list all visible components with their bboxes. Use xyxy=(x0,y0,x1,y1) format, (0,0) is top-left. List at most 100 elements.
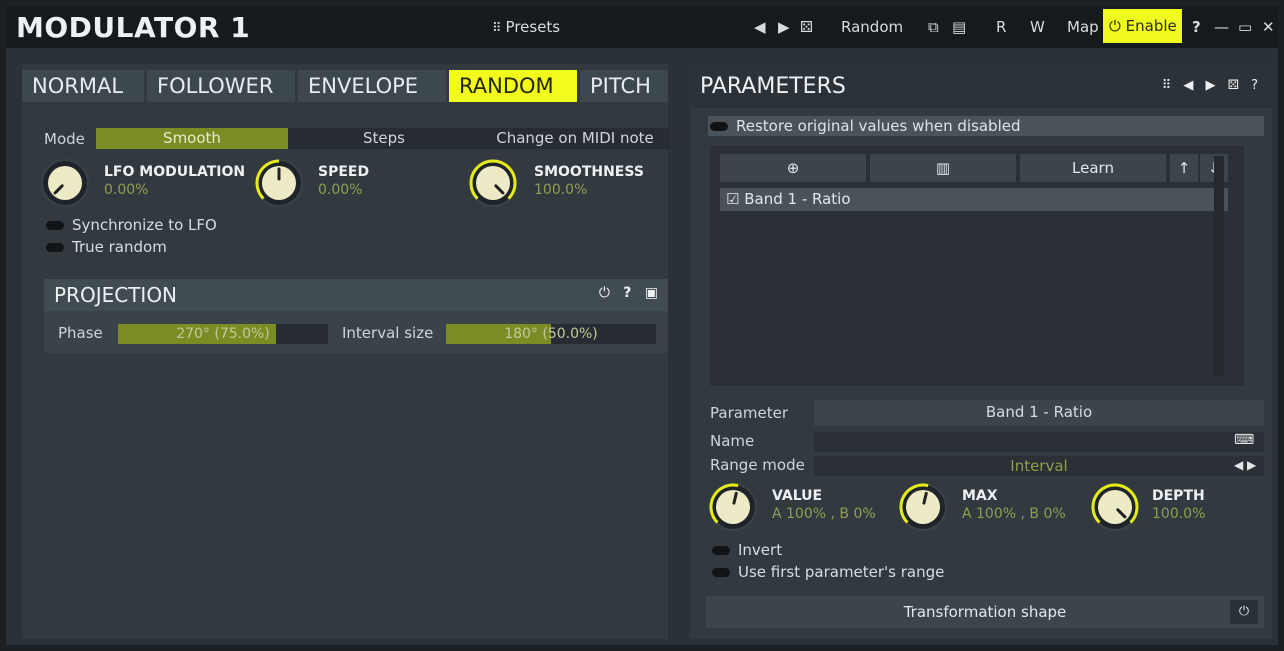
parameter-select[interactable]: Band 1 - Ratio xyxy=(814,400,1264,426)
parameters-panel: PARAMETERS ⠿ ◀ ▶ ⚄ ? Restore original va… xyxy=(690,64,1272,639)
tab-pitch[interactable]: PITCH xyxy=(580,70,668,102)
lfo-modulation-knob[interactable] xyxy=(40,158,90,208)
range-mode-select[interactable]: Interval xyxy=(814,456,1264,476)
power-icon[interactable]: ⏻ xyxy=(1230,600,1258,624)
parameters-title: PARAMETERS xyxy=(700,74,846,99)
mode-label: Mode xyxy=(44,130,85,148)
panel-menu-icon[interactable]: ▣ xyxy=(645,285,658,301)
help-icon[interactable]: ? xyxy=(623,285,631,301)
toggle-label: Use first parameter's range xyxy=(738,563,945,581)
name-field[interactable] xyxy=(814,432,1264,452)
learn-button[interactable]: Learn xyxy=(1020,154,1166,182)
dice-icon[interactable]: ⚄ xyxy=(800,18,813,36)
knob-label: SMOOTHNESS xyxy=(534,164,644,180)
smoothness-knob[interactable] xyxy=(468,158,518,208)
toggle-switch xyxy=(712,546,730,555)
paste-icon[interactable]: ▤ xyxy=(952,18,966,36)
add-icon: ⊕ xyxy=(786,159,800,177)
move-up-icon[interactable]: ↑ xyxy=(1170,154,1198,182)
top-bar: MODULATOR 1 ⠿ Presets ◀ ▶ ⚄ Random ⧉ ▤ R … xyxy=(6,6,1278,48)
tab-random[interactable]: RANDOM xyxy=(449,70,577,102)
depth-knob[interactable] xyxy=(1090,482,1140,532)
depth-control: DEPTH 100.0% xyxy=(1090,482,1270,532)
interval-size-slider[interactable]: 180° (50.0%) xyxy=(446,324,656,344)
transformation-shape-label: Transformation shape xyxy=(903,603,1067,621)
r-button[interactable]: R xyxy=(996,18,1006,36)
parameters-header-icons[interactable]: ⠿ ◀ ▶ ⚄ ? xyxy=(1162,78,1258,93)
range-mode-label: Range mode xyxy=(710,456,805,474)
use-first-range-toggle[interactable]: Use first parameter's range xyxy=(712,563,944,581)
tab-normal[interactable]: NORMAL xyxy=(22,70,144,102)
interval-size-label: Interval size xyxy=(342,324,434,342)
projection-section: PROJECTION ⏻ ? ▣ Phase 270° (75.0%) Inte… xyxy=(44,279,668,353)
minimize-icon[interactable]: — xyxy=(1214,18,1229,36)
list-scrollbar[interactable] xyxy=(1214,156,1224,376)
mode-smooth[interactable]: Smooth xyxy=(96,128,288,149)
sync-to-lfo-toggle[interactable]: Synchronize to LFO xyxy=(46,216,217,234)
parameter-label: Parameter xyxy=(710,404,789,422)
knob-value: 100.0% xyxy=(1152,506,1206,522)
random-button[interactable]: Random xyxy=(841,18,903,36)
max-knob[interactable] xyxy=(898,482,948,532)
knob-graphic xyxy=(709,483,757,531)
restore-original-toggle[interactable]: Restore original values when disabled xyxy=(708,116,1264,136)
toggle-switch xyxy=(46,243,64,252)
knob-body xyxy=(1098,490,1132,524)
delete-parameter-button[interactable]: ▥ xyxy=(870,154,1016,182)
knob-value: A 100% , B 0% xyxy=(962,506,1066,522)
knob-graphic xyxy=(899,483,947,531)
help-icon[interactable]: ? xyxy=(1192,18,1201,36)
value-control: VALUE A 100% , B 0% xyxy=(708,482,908,532)
knob-value: 0.00% xyxy=(104,182,149,198)
checkbox-icon[interactable]: ☑ xyxy=(726,190,739,208)
speed-control: SPEED 0.00% xyxy=(254,158,454,208)
presets-label: Presets xyxy=(505,18,561,36)
range-mode-value: Interval xyxy=(1010,457,1068,475)
power-icon[interactable]: ⏻ xyxy=(599,285,610,301)
toggle-switch xyxy=(710,122,728,131)
max-control: MAX A 100% , B 0% xyxy=(898,482,1098,532)
true-random-toggle[interactable]: True random xyxy=(46,238,167,256)
copy-icon[interactable]: ⧉ xyxy=(928,18,939,36)
grid-icon: ⠿ xyxy=(492,21,502,36)
knob-value: 0.00% xyxy=(318,182,363,198)
knob-graphic xyxy=(469,159,517,207)
list-item[interactable]: ☑ Band 1 - Ratio xyxy=(720,188,1228,211)
w-button[interactable]: W xyxy=(1030,18,1045,36)
toggle-label: Synchronize to LFO xyxy=(72,216,217,234)
toggle-switch xyxy=(46,221,64,230)
window-title: MODULATOR 1 xyxy=(16,11,251,44)
mode-row: Mode Smooth Steps Change on MIDI note xyxy=(36,128,670,150)
presets-button[interactable]: ⠿ Presets xyxy=(492,18,560,36)
toggle-label: True random xyxy=(72,238,167,256)
transformation-shape-button[interactable]: Transformation shape ⏻ xyxy=(706,596,1264,628)
add-parameter-button[interactable]: ⊕ xyxy=(720,154,866,182)
range-mode-arrows-icon[interactable]: ◀ ▶ xyxy=(1234,458,1256,472)
knob-label: SPEED xyxy=(318,164,370,180)
mode-change-on-midi[interactable]: Change on MIDI note xyxy=(480,128,670,149)
tab-follower[interactable]: FOLLOWER xyxy=(147,70,295,102)
close-icon[interactable]: ✕ xyxy=(1262,18,1275,36)
toggle-switch xyxy=(712,568,730,577)
interval-value: 180° (50.0%) xyxy=(504,326,598,342)
knob-graphic xyxy=(255,159,303,207)
knob-graphic xyxy=(1091,483,1139,531)
phase-slider[interactable]: 270° (75.0%) xyxy=(118,324,328,344)
knob-label: MAX xyxy=(962,488,998,504)
enable-label: Enable xyxy=(1125,17,1177,35)
invert-toggle[interactable]: Invert xyxy=(712,541,782,559)
tab-envelope[interactable]: ENVELOPE xyxy=(298,70,446,102)
map-button[interactable]: Map xyxy=(1067,18,1099,36)
knob-body xyxy=(48,166,82,200)
knob-value: A 100% , B 0% xyxy=(772,506,876,522)
maximize-icon[interactable]: ▭ xyxy=(1238,18,1252,36)
keyboard-icon[interactable]: ⌨ xyxy=(1234,432,1254,448)
mode-steps[interactable]: Steps xyxy=(288,128,480,149)
power-icon: ⏻ xyxy=(1109,17,1121,35)
knob-label: VALUE xyxy=(772,488,823,504)
speed-knob[interactable] xyxy=(254,158,304,208)
next-preset-icon[interactable]: ▶ xyxy=(778,18,790,36)
prev-preset-icon[interactable]: ◀ xyxy=(754,18,766,36)
value-knob[interactable] xyxy=(708,482,758,532)
enable-button[interactable]: ⏻ Enable xyxy=(1103,9,1182,43)
